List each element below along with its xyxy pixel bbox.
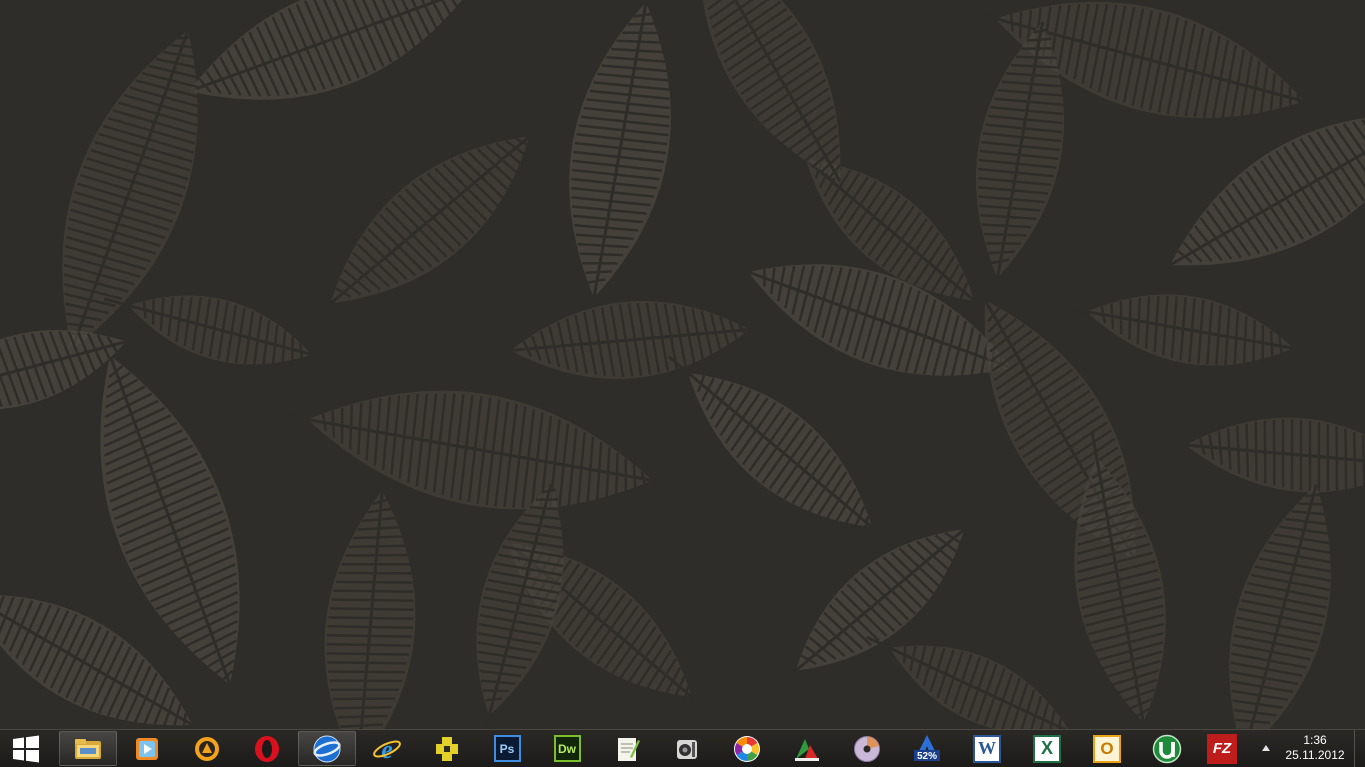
- app-yellow-icon: [436, 736, 458, 761]
- wallpaper-leaf: [310, 135, 531, 321]
- notepad-plus-plus-icon: [618, 737, 640, 761]
- wallpaper-leaf: [485, 301, 750, 379]
- clock-time: 1:36: [1303, 733, 1327, 747]
- word-icon: W: [973, 734, 1001, 763]
- wallpaper-leaf: [569, 2, 671, 323]
- outlook-icon: O: [1093, 734, 1121, 763]
- utorrent-icon: [1152, 734, 1182, 763]
- taskbar-app-outlook[interactable]: O: [1078, 731, 1136, 766]
- aimp-player-icon: [195, 736, 219, 761]
- taskbar-app-yellow[interactable]: [418, 731, 476, 766]
- wallpaper-leaf: [165, 0, 472, 102]
- wallpaper: [0, 0, 1365, 729]
- taskbar-app-aimp[interactable]: [178, 731, 236, 766]
- taskbar-app-chart[interactable]: [778, 731, 836, 766]
- disc-burner-icon: [854, 735, 880, 762]
- wallpaper-leaf: [282, 390, 653, 510]
- taskbar-app-excel[interactable]: X: [1018, 731, 1076, 766]
- taskbar-app-photoshop[interactable]: Ps: [478, 731, 536, 766]
- taskbar-app-media-player[interactable]: [118, 731, 176, 766]
- internet-explorer-icon: e: [373, 735, 401, 764]
- excel-icon: X: [1033, 734, 1061, 763]
- taskbar-app-dreamweaver[interactable]: Dw: [538, 731, 596, 766]
- wallpaper-leaf: [324, 490, 416, 729]
- filezilla-icon: FZ: [1207, 733, 1237, 764]
- taskbar-app-browser[interactable]: [298, 731, 356, 766]
- clock-date: 25.11.2012: [1285, 748, 1345, 762]
- photoshop-icon: Ps: [493, 735, 521, 762]
- taskbar: e Ps Dw 52% W X O FZ 1:36 25.11.2012: [0, 729, 1365, 767]
- taskbar-app-filezilla[interactable]: FZ: [1193, 731, 1251, 766]
- wallpaper-leaf: [1061, 294, 1294, 366]
- taskbar-app-word[interactable]: W: [958, 731, 1016, 766]
- chart-app-icon: [795, 738, 819, 761]
- taskbar-app-picasa[interactable]: [718, 731, 776, 766]
- taskbar-app-disc-burner[interactable]: [838, 731, 896, 766]
- taskbar-app-utorrent[interactable]: [1138, 731, 1196, 766]
- taskbar-app-internet-explorer[interactable]: e: [358, 731, 416, 766]
- windows-logo-icon: [13, 735, 39, 762]
- taskbar-app-file-explorer[interactable]: [59, 731, 117, 766]
- browser-globe-icon: [313, 735, 341, 762]
- svg-text:e: e: [381, 735, 393, 764]
- show-desktop-button[interactable]: [1354, 730, 1365, 767]
- taskbar-app-opera[interactable]: [238, 731, 296, 766]
- media-player-icon: [136, 737, 158, 760]
- opera-icon: [255, 735, 279, 762]
- wallpaper-leaf: [1229, 484, 1331, 729]
- start-button[interactable]: [0, 730, 52, 767]
- show-hidden-icons-icon: [1262, 745, 1270, 751]
- taskbar-app-speaker[interactable]: [658, 731, 716, 766]
- taskbar-app-download-accelerator[interactable]: 52%: [898, 731, 956, 766]
- file-explorer-icon: [75, 738, 101, 759]
- system-clock[interactable]: 1:36 25.11.2012: [1280, 733, 1350, 765]
- wallpaper-leaf: [1160, 417, 1365, 493]
- picasa-icon: [734, 735, 760, 762]
- speaker-app-icon: [677, 739, 697, 759]
- taskbar-app-notepad-plus-plus[interactable]: [598, 731, 656, 766]
- download-accelerator-icon: 52%: [914, 734, 940, 762]
- svg-text:52%: 52%: [917, 751, 937, 762]
- dreamweaver-icon: Dw: [553, 735, 581, 762]
- desktop[interactable]: [0, 0, 1365, 729]
- show-hidden-icons-button[interactable]: [1258, 739, 1274, 757]
